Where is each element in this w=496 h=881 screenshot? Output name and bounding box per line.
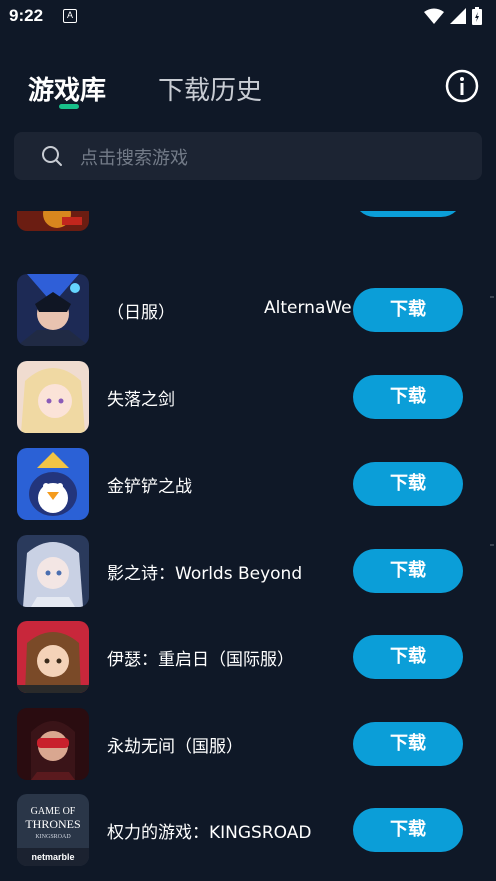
- logo-line3: KINGSROAD: [35, 834, 71, 840]
- masked-warrior-icon: [17, 708, 89, 780]
- tab-download-history[interactable]: 下载历史: [158, 70, 262, 107]
- edge-artifact: [490, 296, 494, 298]
- battery-icon: [472, 7, 482, 25]
- status-icons: [424, 7, 482, 25]
- game-name: （日服）: [107, 303, 175, 323]
- download-button[interactable]: 下载: [353, 722, 463, 766]
- game-name: 失落之剑: [107, 390, 175, 410]
- logo-line1: GAME OF: [31, 806, 76, 817]
- download-button[interactable]: 下载: [353, 635, 463, 679]
- download-button[interactable]: 下载: [353, 808, 463, 852]
- logo-brand: netmarble: [31, 852, 74, 862]
- dark-hero-icon: [17, 274, 89, 346]
- silver-hair-girl-icon: [17, 535, 89, 607]
- wifi-icon: [424, 8, 444, 24]
- game-name: 权力的游戏：KINGSROAD: [107, 823, 312, 843]
- game-row: 金铲铲之战 下载: [0, 448, 496, 524]
- game-row: 伊瑟：重启日（国际服） 下载: [0, 621, 496, 697]
- notification-icon: A: [63, 9, 77, 23]
- partial-game-icon: [17, 211, 89, 231]
- penguin-icon: [17, 448, 89, 520]
- game-name: 影之诗：Worlds Beyond: [107, 564, 303, 584]
- game-name: 金铲铲之战: [107, 477, 192, 497]
- status-time: 9:22: [9, 6, 44, 25]
- search-icon: [42, 146, 62, 166]
- status-bar: 9:22 A: [0, 0, 496, 34]
- game-row: 下载: [0, 211, 496, 235]
- logo-line2: THRONES: [25, 817, 80, 831]
- tab-game-library[interactable]: 游戏库: [28, 70, 106, 107]
- game-row: 影之诗：Worlds Beyond 下载: [0, 535, 496, 611]
- game-row: （日服） AlternaWel 下载: [0, 274, 496, 350]
- download-button[interactable]: 下载: [353, 288, 463, 332]
- game-row: 永劫无间（国服） 下载: [0, 708, 496, 784]
- brown-hair-girl-icon: [17, 621, 89, 693]
- download-button[interactable]: 下载: [353, 462, 463, 506]
- game-name: 伊瑟：重启日（国际服）: [107, 650, 294, 670]
- blonde-girl-icon: [17, 361, 89, 433]
- download-button[interactable]: 下载: [353, 549, 463, 593]
- search-input[interactable]: 点击搜索游戏: [14, 132, 482, 180]
- download-button[interactable]: 下载: [353, 211, 463, 217]
- signal-icon: [450, 8, 466, 24]
- active-tab-indicator: [59, 104, 79, 109]
- game-of-thrones-icon: GAME OF THRONES KINGSROAD netmarble: [17, 794, 89, 866]
- game-row: GAME OF THRONES KINGSROAD netmarble 权力的游…: [0, 794, 496, 870]
- info-icon[interactable]: [445, 69, 479, 103]
- game-list[interactable]: 下载 （日服） AlternaWel 下载 失落之剑 下载 金铲铲之战 下载 影…: [0, 211, 496, 881]
- game-row: 失落之剑 下载: [0, 361, 496, 437]
- game-name: 永劫无间（国服）: [107, 737, 243, 757]
- download-button[interactable]: 下载: [353, 375, 463, 419]
- edge-artifact: [490, 544, 494, 546]
- game-name-overflow: AlternaWel: [264, 298, 352, 318]
- search-placeholder: 点击搜索游戏: [80, 148, 188, 169]
